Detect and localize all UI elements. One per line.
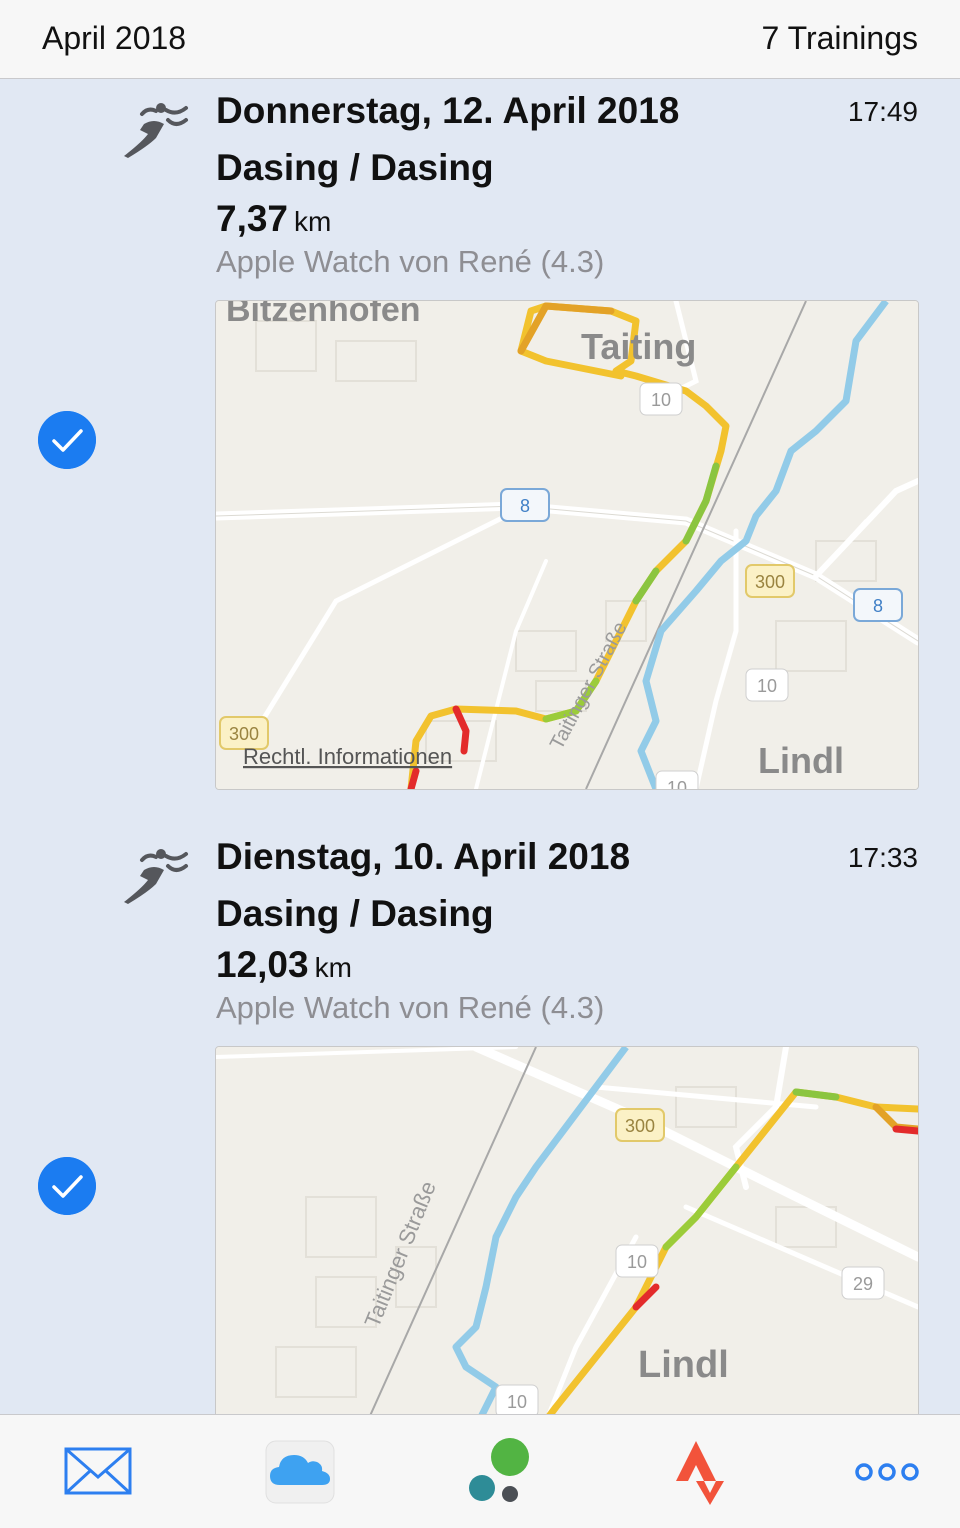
training-count: 7 Trainings <box>761 20 918 56</box>
running-icon <box>124 103 188 158</box>
training-entry[interactable]: Dienstag, 10. April 2018 17:33 Dasing / … <box>0 826 960 1414</box>
icloud-icon[interactable] <box>262 1437 338 1507</box>
road-shield: 10 <box>667 778 687 789</box>
road-shield: 8 <box>520 496 530 516</box>
training-date: Donnerstag, 12. April 2018 <box>216 90 680 131</box>
month-label: April 2018 <box>42 20 187 56</box>
distance-value: 7,37 <box>216 198 289 239</box>
training-entry[interactable]: Donnerstag, 12. April 2018 17:49 Dasing … <box>0 80 960 800</box>
checkmark-icon[interactable] <box>38 411 96 469</box>
road-shield: 10 <box>507 1392 527 1412</box>
road-shield: 10 <box>651 390 671 410</box>
training-list[interactable]: Donnerstag, 12. April 2018 17:49 Dasing … <box>0 80 960 1414</box>
more-icon[interactable] <box>850 1437 926 1507</box>
training-location: Dasing / Dasing <box>216 893 494 934</box>
checkmark-icon[interactable] <box>38 1157 96 1215</box>
road-shield: 300 <box>229 724 259 744</box>
place-label: Bitzenhofen <box>226 301 421 329</box>
distance-value: 12,03 <box>216 944 309 985</box>
road-shield: 10 <box>627 1252 647 1272</box>
training-distance: 12,03 km <box>216 944 352 986</box>
route-map[interactable]: 10 8 300 8 10 300 10 Bitzenhofen Taiting… <box>215 300 919 790</box>
strava-icon[interactable] <box>662 1437 738 1507</box>
dots-app-icon[interactable] <box>462 1437 538 1507</box>
road-shield: 300 <box>755 572 785 592</box>
legal-link[interactable]: Rechtl. Informationen <box>243 744 452 769</box>
route-map[interactable]: 300 10 29 10 Lindl Taitinger Straße <box>215 1046 919 1414</box>
road-shield: 10 <box>757 676 777 696</box>
distance-unit: km <box>294 206 332 237</box>
place-label: Lindl <box>758 740 844 781</box>
distance-unit: km <box>314 952 352 983</box>
list-header: April 2018 7 Trainings <box>0 0 960 79</box>
place-label: Taiting <box>581 326 696 367</box>
running-icon <box>124 849 188 904</box>
training-time: 17:33 <box>847 842 918 873</box>
training-location: Dasing / Dasing <box>216 147 494 188</box>
training-distance: 7,37 km <box>216 198 331 240</box>
mail-icon[interactable] <box>60 1437 136 1507</box>
source-device: Apple Watch von René (4.3) <box>216 244 605 279</box>
road-shield: 8 <box>873 596 883 616</box>
road-shield: 29 <box>853 1274 873 1294</box>
source-device: Apple Watch von René (4.3) <box>216 990 605 1025</box>
training-date: Dienstag, 10. April 2018 <box>216 836 631 877</box>
training-time: 17:49 <box>847 96 918 127</box>
place-label: Lindl <box>638 1344 729 1386</box>
road-shield: 300 <box>625 1116 655 1136</box>
tab-bar <box>0 1414 960 1528</box>
